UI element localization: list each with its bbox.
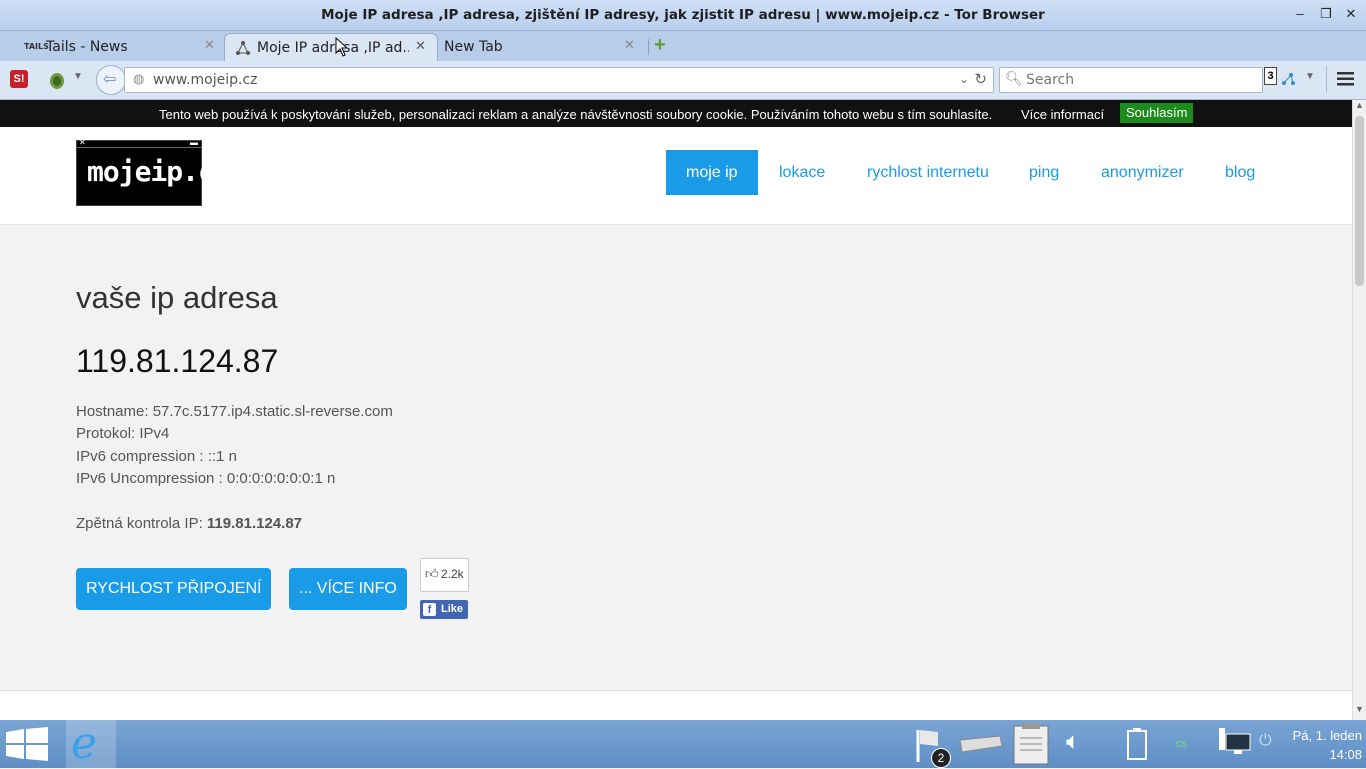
search-input[interactable] <box>1024 71 1258 89</box>
page-heading: vaše ip adresa <box>76 280 278 315</box>
chevron-down-icon[interactable]: ▼ <box>73 71 83 82</box>
new-tab-plus-icon[interactable]: + <box>654 34 666 57</box>
fb-like-count: 👍︎ 2.2k <box>420 558 469 592</box>
url-bar[interactable]: ◍ ⌄ ↻ <box>124 67 994 93</box>
reload-icon[interactable]: ↻ <box>974 70 987 88</box>
nav-moje-ip[interactable]: moje ip <box>666 150 758 195</box>
ip-address-value: 119.81.124.87 <box>76 343 279 379</box>
nav-lokace[interactable]: lokace <box>759 150 845 195</box>
url-dropdown-chevron-icon[interactable]: ⌄ <box>959 72 969 86</box>
back-arrow-icon: ⇦ <box>103 71 117 88</box>
page-scrollbar[interactable]: ▲ ▼ <box>1352 100 1366 720</box>
scroll-down-icon[interactable]: ▼ <box>1355 704 1364 714</box>
noscript-icon[interactable]: S! <box>10 70 28 88</box>
cookie-text: Tento web používá k poskytování služeb, … <box>159 107 993 122</box>
minimize-button[interactable]: – <box>1290 5 1310 23</box>
tab-label: New Tab <box>444 39 503 55</box>
fb-count-text: 2.2k <box>441 567 464 581</box>
reverse-check-label: Zpětná kontrola IP: <box>76 515 207 532</box>
tab-close-icon[interactable]: ✕ <box>204 38 215 53</box>
page-footer-area <box>0 691 1352 720</box>
protocol-text: Protokol: IPv4 <box>76 425 170 442</box>
tab-tails-news[interactable]: TAILS Tails - News ✕ <box>10 33 220 61</box>
scroll-up-icon[interactable]: ▲ <box>1355 100 1364 110</box>
ipv6-compression-text: IPv6 compression : ::1 n <box>76 448 237 465</box>
reverse-check: Zpětná kontrola IP: 119.81.124.87 <box>76 515 302 532</box>
battery-icon[interactable] <box>1126 728 1148 760</box>
hamburger-menu-icon[interactable] <box>1337 72 1354 86</box>
mouse-cursor-icon <box>335 37 347 57</box>
nav-blog[interactable]: blog <box>1205 150 1275 195</box>
tor-onion-icon[interactable] <box>48 70 66 90</box>
power-icon[interactable]: ⏻ <box>1259 732 1272 750</box>
connection-speed-button[interactable]: RYCHLOST PŘIPOJENÍ <box>76 568 272 610</box>
tab-mojeip[interactable]: Moje IP adresa ,IP ad... ✕ <box>224 33 438 62</box>
site-logo[interactable]: ✕ ▬ mojeip.cz <box>76 138 231 206</box>
main-content: vaše ip adresa 119.81.124.87 Hostname: 5… <box>0 225 1352 691</box>
language-indicator[interactable]: cs <box>1176 738 1187 750</box>
chevron-down-icon[interactable]: ▼ <box>1305 71 1315 82</box>
back-button[interactable]: ⇦ <box>96 65 126 95</box>
restore-button[interactable]: ❐ <box>1316 5 1336 23</box>
fb-like-label: Like <box>441 603 464 615</box>
taskbar: e 2 🔈︎ cs ⏻ Pá, 1. leden 14:08 <box>0 718 1366 769</box>
network-addon-icon[interactable] <box>1280 71 1296 87</box>
browser-taskbar-button[interactable]: e <box>66 718 116 769</box>
reverse-check-value: 119.81.124.87 <box>206 515 303 532</box>
system-clock[interactable]: Pá, 1. leden 14:08 <box>1282 726 1362 764</box>
fb-like-button[interactable]: f Like <box>420 600 468 619</box>
tab-new-tab[interactable]: New Tab ✕ <box>436 33 646 61</box>
tab-bar: TAILS Tails - News ✕ Moje IP adresa ,IP … <box>0 31 1366 62</box>
navigation-toolbar: S! ▼ ⇦ ◍ ⌄ ↻ 🔍︎ 3 ▼ <box>0 61 1366 100</box>
cookie-more-info-link[interactable]: Více informací <box>1021 107 1104 122</box>
notification-count-badge: 2 <box>931 748 951 768</box>
thumbs-up-icon: 👍︎ <box>425 566 439 581</box>
network-display-icon[interactable] <box>1218 726 1252 758</box>
tab-close-icon[interactable]: ✕ <box>624 38 635 53</box>
logo-text: mojeip.cz <box>87 155 231 188</box>
clock-time: 14:08 <box>1329 747 1362 762</box>
nav-rychlost-internetu[interactable]: rychlost internetu <box>847 150 1009 195</box>
search-icon: 🔍︎ <box>1005 70 1023 86</box>
globe-icon: ◍ <box>133 71 145 86</box>
close-window-button[interactable]: ✕ <box>1341 5 1361 23</box>
window-titlebar: Moje IP adresa ,IP adresa, zjištění IP a… <box>0 0 1366 31</box>
hostname-text: Hostname: 57.7c.5177.ip4.static.sl-rever… <box>76 403 393 420</box>
ipv6-uncompression-text: IPv6 Uncompression : 0:0:0:0:0:0:0:1 n <box>76 470 336 487</box>
network-favicon-icon <box>236 41 250 55</box>
cookie-banner: Tento web používá k poskytování služeb, … <box>0 100 1352 127</box>
nav-ping[interactable]: ping <box>1009 150 1079 195</box>
more-info-button[interactable]: ... VÍCE INFO <box>289 568 407 610</box>
facebook-icon: f <box>423 603 436 616</box>
url-input[interactable] <box>151 71 945 89</box>
volume-icon[interactable]: 🔈︎ <box>1066 728 1080 756</box>
cookie-agree-button[interactable]: Souhlasím <box>1120 103 1194 123</box>
search-bar[interactable]: 🔍︎ <box>999 67 1263 93</box>
clock-date: Pá, 1. leden <box>1292 728 1362 743</box>
clipboard-icon[interactable] <box>1010 722 1052 766</box>
keyboard-icon[interactable] <box>956 732 1004 754</box>
scrollbar-thumb[interactable] <box>1355 116 1364 286</box>
tab-label: Moje IP adresa ,IP ad... <box>257 40 409 56</box>
ie-browser-icon: e <box>71 718 98 769</box>
nav-anonymizer[interactable]: anonymizer <box>1081 150 1204 195</box>
window-title: Moje IP adresa ,IP adresa, zjištění IP a… <box>321 7 1045 23</box>
windows-start-icon[interactable] <box>6 727 48 761</box>
site-header: ✕ ▬ mojeip.cz moje ip lokace rychlost in… <box>0 127 1352 225</box>
tab-label: Tails - News <box>46 39 128 55</box>
tab-close-icon[interactable]: ✕ <box>415 39 426 54</box>
badge-count[interactable]: 3 <box>1264 67 1277 85</box>
